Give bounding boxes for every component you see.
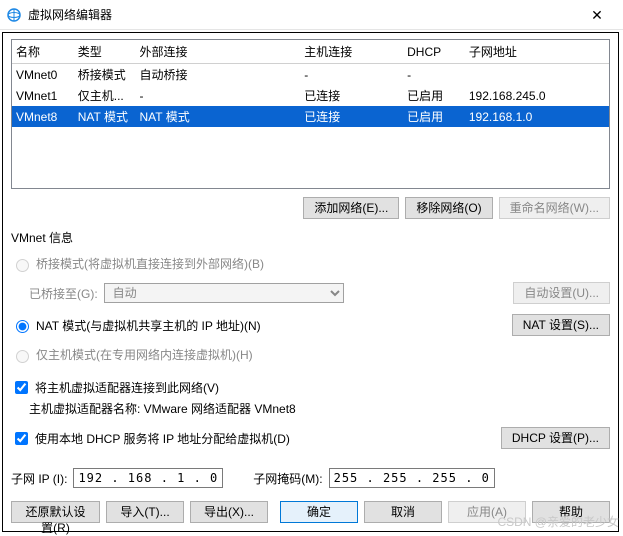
bridge-mode-radio: 桥接模式(将虚拟机直接连接到外部网络)(B) xyxy=(11,255,264,272)
titlebar: 虚拟网络编辑器 ✕ xyxy=(0,0,623,30)
table-cell: VMnet0 xyxy=(12,64,74,86)
close-button[interactable]: ✕ xyxy=(577,3,617,27)
table-cell: 已启用 xyxy=(403,85,465,106)
subnet-ip-label: 子网 IP (I): xyxy=(11,470,67,487)
window-title: 虚拟网络编辑器 xyxy=(28,6,577,23)
column-header[interactable]: 名称 xyxy=(12,40,74,64)
import-button[interactable]: 导入(T)... xyxy=(106,501,184,523)
column-header[interactable]: 外部连接 xyxy=(136,40,301,64)
table-cell: 自动桥接 xyxy=(136,64,301,86)
hostonly-mode-radio: 仅主机模式(在专用网络内连接虚拟机)(H) xyxy=(11,346,253,363)
table-cell: VMnet1 xyxy=(12,85,74,106)
subnet-mask-label: 子网掩码(M): xyxy=(253,470,322,487)
subnet-ip-input[interactable]: 192 . 168 . 1 . 0 xyxy=(73,468,223,488)
cancel-button[interactable]: 取消 xyxy=(364,501,442,523)
column-header[interactable]: 类型 xyxy=(74,40,136,64)
remove-network-button[interactable]: 移除网络(O) xyxy=(405,197,492,219)
nat-mode-radio[interactable]: NAT 模式(与虚拟机共享主机的 IP 地址)(N) xyxy=(11,317,261,334)
table-cell: 192.168.245.0 xyxy=(465,85,609,106)
table-cell: 仅主机... xyxy=(74,85,136,106)
table-cell: 已连接 xyxy=(300,85,403,106)
hostonly-mode-label: 仅主机模式(在专用网络内连接虚拟机)(H) xyxy=(36,346,253,363)
grid-buttons: 添加网络(E)... 移除网络(O) 重命名网络(W)... xyxy=(11,197,610,219)
table-cell: 已启用 xyxy=(403,106,465,127)
table-cell: - xyxy=(136,85,301,106)
footer: 还原默认设置(R) 导入(T)... 导出(X)... 确定 取消 应用(A) … xyxy=(11,493,610,523)
table-cell: 桥接模式 xyxy=(74,64,136,86)
column-header[interactable]: 主机连接 xyxy=(300,40,403,64)
dhcp-settings-button[interactable]: DHCP 设置(P)... xyxy=(501,427,610,449)
table-cell: 192.168.1.0 xyxy=(465,106,609,127)
apply-button: 应用(A) xyxy=(448,501,526,523)
host-adapter-name: 主机虚拟适配器名称: VMware 网络适配器 VMnet8 xyxy=(29,400,296,417)
subnet-mask-input[interactable]: 255 . 255 . 255 . 0 xyxy=(329,468,495,488)
column-header[interactable]: 子网地址 xyxy=(465,40,609,64)
table-cell: NAT 模式 xyxy=(74,106,136,127)
rename-network-button: 重命名网络(W)... xyxy=(499,197,610,219)
bridge-to-label: 已桥接至(G): xyxy=(29,285,98,302)
nat-mode-label: NAT 模式(与虚拟机共享主机的 IP 地址)(N) xyxy=(36,317,261,334)
column-header[interactable]: DHCP xyxy=(403,40,465,64)
add-network-button[interactable]: 添加网络(E)... xyxy=(303,197,399,219)
nat-settings-button[interactable]: NAT 设置(S)... xyxy=(512,314,610,336)
help-button[interactable]: 帮助 xyxy=(532,501,610,523)
dhcp-label: 使用本地 DHCP 服务将 IP 地址分配给虚拟机(D) xyxy=(35,430,290,447)
table-cell: - xyxy=(300,64,403,86)
bridge-mode-label: 桥接模式(将虚拟机直接连接到外部网络)(B) xyxy=(36,255,264,272)
vmnet-info-label: VMnet 信息 xyxy=(11,229,610,246)
table-cell: NAT 模式 xyxy=(136,106,301,127)
ok-button[interactable]: 确定 xyxy=(280,501,358,523)
table-cell xyxy=(465,64,609,86)
dialog-body: 名称类型外部连接主机连接DHCP子网地址 VMnet0桥接模式自动桥接--VMn… xyxy=(2,32,619,532)
host-adapter-checkbox[interactable]: 将主机虚拟适配器连接到此网络(V) xyxy=(11,378,219,397)
table-cell: VMnet8 xyxy=(12,106,74,127)
network-grid[interactable]: 名称类型外部连接主机连接DHCP子网地址 VMnet0桥接模式自动桥接--VMn… xyxy=(11,39,610,189)
table-row[interactable]: VMnet1仅主机...-已连接已启用192.168.245.0 xyxy=(12,85,609,106)
bridge-to-select: 自动 xyxy=(104,283,344,303)
table-cell: - xyxy=(403,64,465,86)
restore-defaults-button[interactable]: 还原默认设置(R) xyxy=(11,501,100,523)
export-button[interactable]: 导出(X)... xyxy=(190,501,268,523)
table-cell: 已连接 xyxy=(300,106,403,127)
dhcp-checkbox[interactable]: 使用本地 DHCP 服务将 IP 地址分配给虚拟机(D) xyxy=(11,429,290,448)
app-icon xyxy=(6,7,22,23)
host-adapter-label: 将主机虚拟适配器连接到此网络(V) xyxy=(35,379,219,396)
table-row[interactable]: VMnet0桥接模式自动桥接-- xyxy=(12,64,609,86)
auto-settings-button: 自动设置(U)... xyxy=(513,282,610,304)
table-row[interactable]: VMnet8NAT 模式NAT 模式已连接已启用192.168.1.0 xyxy=(12,106,609,127)
